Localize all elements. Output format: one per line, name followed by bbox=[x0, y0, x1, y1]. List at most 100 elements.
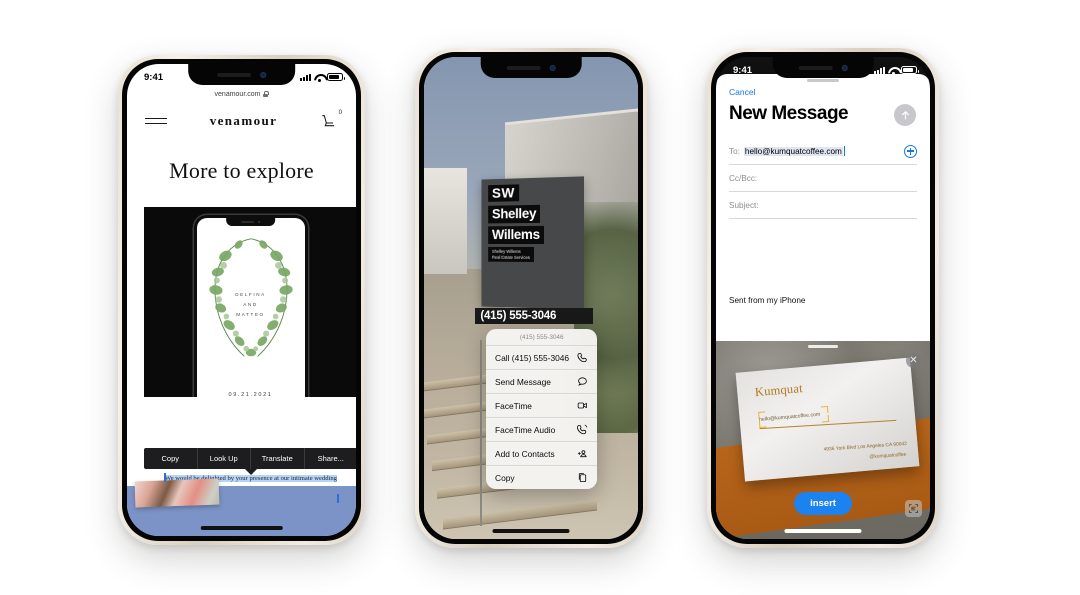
context-menu-header: (415) 555-3046 bbox=[486, 329, 598, 347]
status-time: 9:41 bbox=[144, 71, 164, 83]
to-field[interactable]: To: hello@kumquatcoffee.com bbox=[729, 138, 917, 165]
notch bbox=[480, 57, 582, 78]
earpiece-speaker bbox=[217, 72, 251, 77]
site-navigation: venamour 0 bbox=[127, 104, 356, 138]
phone-camera-live-text: SW Shelley Willems Shelley Willems Real … bbox=[415, 48, 647, 548]
email-signature[interactable]: Sent from my iPhone bbox=[729, 296, 805, 305]
subject-placeholder: Subject: bbox=[729, 200, 759, 210]
home-indicator[interactable] bbox=[200, 526, 283, 530]
scanner-grabber[interactable] bbox=[808, 345, 838, 348]
earpiece-speaker bbox=[798, 65, 833, 70]
brand-logo[interactable]: venamour bbox=[210, 113, 278, 129]
invitation-date: 09.21.2021 bbox=[228, 392, 273, 397]
wifi-icon bbox=[888, 66, 898, 75]
lock-icon bbox=[263, 91, 270, 97]
live-text-glyph bbox=[908, 503, 919, 514]
url-text: venamour.com bbox=[214, 90, 261, 98]
product-hero-image[interactable]: DELFINA AND MATTEO 09.21.2021 bbox=[144, 207, 356, 397]
message-bubble-icon bbox=[578, 377, 588, 386]
status-time: 9:41 bbox=[733, 64, 753, 76]
selection-menu-item-translate[interactable]: Translate bbox=[251, 448, 305, 469]
phone-icon bbox=[577, 353, 588, 363]
safari-address-bar[interactable]: venamour.com bbox=[127, 86, 356, 102]
context-menu-item-add-to-contacts[interactable]: Add to Contacts bbox=[486, 442, 598, 467]
add-contact-icon bbox=[578, 450, 588, 458]
side-building bbox=[424, 167, 467, 274]
send-arrow-up-icon bbox=[901, 110, 909, 119]
home-indicator[interactable] bbox=[784, 529, 862, 533]
hamburger-icon[interactable] bbox=[145, 117, 167, 125]
cc-bcc-placeholder: Cc/Bcc: bbox=[729, 173, 758, 183]
insert-button[interactable]: insert bbox=[794, 492, 852, 515]
plus-circle-icon[interactable] bbox=[904, 144, 917, 158]
device-mockup-screen: DELFINA AND MATTEO 09.21.2021 bbox=[196, 218, 305, 397]
phone-wave-icon bbox=[577, 424, 588, 435]
selection-menu-item-copy[interactable]: Copy bbox=[144, 448, 198, 469]
cart-count-badge: 0 bbox=[338, 110, 342, 116]
front-camera-icon bbox=[549, 64, 556, 71]
sign-initials: SW bbox=[487, 183, 519, 202]
cellular-signal-icon bbox=[300, 73, 311, 81]
sign-subtitle: Shelley Willems Real Estate Services bbox=[487, 246, 534, 262]
live-text-context-menu[interactable]: (415) 555-3046 Call (415) 555-3046 Send … bbox=[486, 329, 598, 490]
context-menu-label: Copy bbox=[495, 472, 515, 483]
phone3-screen: Cancel New Message To: hello@kumquatcoff… bbox=[716, 57, 930, 539]
selection-menu-item-share[interactable]: Share... bbox=[305, 448, 357, 469]
business-card: Kumquat hello@kumquatcoffee.com 4936 Yor… bbox=[735, 357, 920, 482]
wifi-icon bbox=[314, 73, 324, 82]
cellular-signal-icon bbox=[874, 66, 885, 74]
document-scanner-pane[interactable]: Kumquat hello@kumquatcoffee.com 4936 Yor… bbox=[716, 341, 930, 539]
status-indicators bbox=[874, 66, 919, 75]
context-menu-item-facetime-audio[interactable]: FaceTime Audio bbox=[486, 418, 598, 443]
text-caret bbox=[843, 146, 846, 156]
close-icon[interactable]: ✕ bbox=[906, 353, 921, 368]
front-camera-icon bbox=[841, 64, 848, 71]
cc-bcc-field[interactable]: Cc/Bcc: bbox=[729, 165, 917, 192]
home-indicator[interactable] bbox=[492, 529, 570, 533]
real-estate-sign: SW Shelley Willems Shelley Willems Real … bbox=[481, 175, 584, 310]
selection-menu-item-look-up[interactable]: Look Up bbox=[198, 448, 251, 469]
floral-card-thumbnail[interactable] bbox=[134, 478, 220, 508]
cancel-button[interactable]: Cancel bbox=[729, 87, 755, 97]
status-indicators bbox=[300, 73, 345, 82]
to-value: hello@kumquatcoffee.com bbox=[743, 146, 843, 156]
context-menu-item-facetime[interactable]: FaceTime bbox=[486, 394, 598, 419]
context-menu-item-copy[interactable]: Copy bbox=[486, 466, 597, 489]
context-menu-label: Send Message bbox=[495, 376, 551, 387]
battery-icon bbox=[327, 73, 345, 81]
selection-menu-caret bbox=[245, 469, 257, 475]
phone1-screen: 9:41 venamour.com venamour 0 More to exp… bbox=[127, 64, 356, 536]
invitation-names: DELFINA AND MATTEO bbox=[235, 292, 266, 317]
card-address: 4936 York Blvd Los Angeles CA 90042 bbox=[823, 441, 908, 453]
battery-icon bbox=[901, 66, 919, 74]
context-menu-label: FaceTime Audio bbox=[495, 424, 556, 435]
live-text-scan-icon[interactable] bbox=[905, 500, 922, 517]
cart-icon[interactable]: 0 bbox=[320, 110, 342, 129]
text-selection-menu[interactable]: Copy Look Up Translate Share... bbox=[144, 448, 356, 469]
selection-handle-start[interactable] bbox=[164, 473, 166, 482]
sign-phone-number[interactable]: (415) 555-3046 bbox=[475, 307, 594, 324]
phone-mail-compose: Cancel New Message To: hello@kumquatcoff… bbox=[707, 48, 939, 548]
send-button[interactable] bbox=[894, 104, 916, 126]
card-social-handle: @kumquatcoffee bbox=[869, 452, 907, 461]
context-menu-item-send-message[interactable]: Send Message bbox=[486, 370, 598, 395]
to-label: To: bbox=[729, 146, 740, 156]
phone-safari-venamour: 9:41 venamour.com venamour 0 More to exp… bbox=[118, 55, 365, 545]
context-menu-label: Call (415) 555-3046 bbox=[495, 352, 570, 363]
context-menu-item-call[interactable]: Call (415) 555-3046 bbox=[486, 346, 598, 371]
copy-icon bbox=[579, 473, 587, 483]
subject-field[interactable]: Subject: bbox=[729, 192, 917, 219]
front-camera-icon bbox=[260, 71, 266, 78]
video-camera-icon bbox=[578, 402, 588, 409]
sign-name-line1: Shelley bbox=[487, 204, 540, 223]
selection-handle-end[interactable] bbox=[337, 494, 339, 503]
phone3-bezel: Cancel New Message To: hello@kumquatcoff… bbox=[711, 52, 935, 544]
card-brand: Kumquat bbox=[753, 380, 803, 400]
phone2-bezel: SW Shelley Willems Shelley Willems Real … bbox=[419, 52, 643, 544]
earpiece-speaker bbox=[506, 65, 541, 70]
phone2-screen: SW Shelley Willems Shelley Willems Real … bbox=[424, 57, 638, 539]
compose-title: New Message bbox=[729, 103, 849, 124]
device-mockup: DELFINA AND MATTEO 09.21.2021 bbox=[193, 215, 308, 397]
phone1-bezel: 9:41 venamour.com venamour 0 More to exp… bbox=[122, 59, 361, 541]
sheet-grabber[interactable] bbox=[807, 79, 839, 83]
